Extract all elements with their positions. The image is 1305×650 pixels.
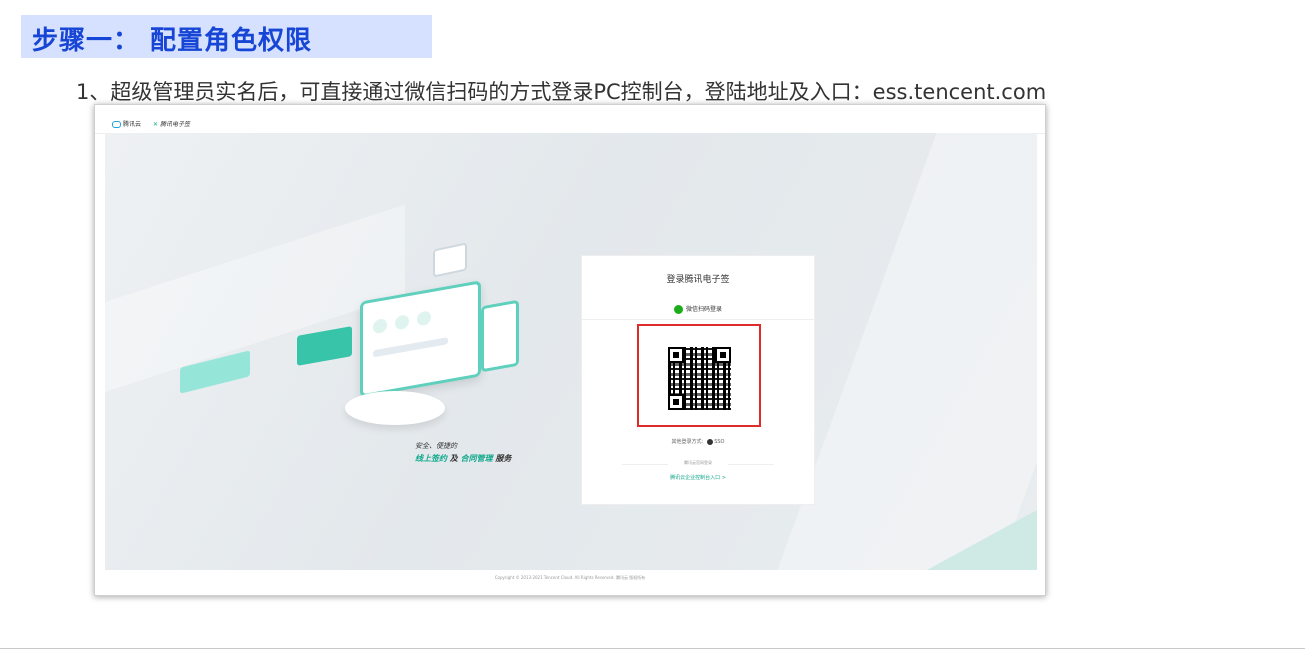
qr-highlight-box (637, 324, 761, 427)
login-page-screenshot: 腾讯云 ✕ 腾讯电子签 安全、便捷的 线上签约 及 合同管理 服务 登录腾讯电子签… (94, 104, 1046, 596)
slogan-part1: 线上签约 (415, 454, 447, 463)
official-login-label: 腾讯云官网登录 (668, 460, 728, 466)
page-divider (0, 648, 1305, 649)
qr-finder-pattern (668, 394, 684, 410)
login-background: 安全、便捷的 线上签约 及 合同管理 服务 登录腾讯电子签 微信扫码登录 其他登… (105, 133, 1037, 570)
chat-bubble-icon (433, 242, 467, 278)
login-card: 登录腾讯电子签 微信扫码登录 其他登录方式: SSO 腾讯云官网登录 腾讯云企业控… (581, 255, 815, 505)
sso-icon[interactable] (707, 438, 714, 445)
bell-icon (417, 310, 431, 327)
monitor-stand-shape (345, 391, 445, 425)
qr-finder-pattern (715, 347, 731, 363)
section-title-bar: 步骤一： 配置角色权限 (21, 15, 432, 58)
monitor-shape (360, 280, 481, 398)
slogan-part3: 合同管理 (460, 454, 493, 463)
slogan-part2: 及 (449, 454, 458, 463)
contract-card-shape (297, 326, 352, 366)
background-stripe (777, 133, 1037, 570)
progress-bar-shape (373, 337, 448, 358)
other-login-label: 其他登录方式: (671, 439, 704, 445)
console-entry-link[interactable]: 腾讯云企业控制台入口 > (582, 474, 814, 481)
ess-logo-text: 腾讯电子签 (160, 121, 191, 128)
other-login-methods: 其他登录方式: SSO (582, 438, 814, 445)
section-title: 步骤一： 配置角色权限 (32, 26, 313, 56)
cloud-icon (112, 121, 121, 128)
slogan-part4: 服务 (495, 454, 512, 463)
sso-link[interactable]: SSO (714, 439, 724, 445)
tencent-cloud-logo-text: 腾讯云 (123, 121, 142, 128)
background-corner-shape (927, 510, 1037, 570)
avatar-icon (373, 317, 387, 335)
step-instruction: 1、超级管理员实名后，可直接通过微信扫码的方式登录PC控制台，登陆地址及入口：e… (76, 80, 1047, 104)
tencent-cloud-logo: 腾讯云 (112, 119, 141, 128)
wechat-login-label: 微信扫码登录 (685, 306, 722, 313)
slogan-line2: 线上签约 及 合同管理 服务 (415, 453, 511, 464)
phone-shape (481, 299, 519, 373)
doc-icon (395, 314, 409, 331)
qr-code[interactable] (668, 347, 731, 410)
ess-mark-icon: ✕ (153, 121, 159, 128)
qr-finder-pattern (668, 347, 684, 363)
ess-logo: ✕ 腾讯电子签 (153, 119, 190, 128)
screenshot-footer: Copyright © 2013-2021 Tencent Cloud. All… (494, 575, 646, 580)
wechat-login-tab[interactable]: 微信扫码登录 (582, 304, 814, 314)
login-title: 登录腾讯电子签 (666, 275, 730, 285)
wechat-icon (673, 305, 683, 314)
screenshot-header: 腾讯云 ✕ 腾讯电子签 (95, 105, 1045, 134)
divider (582, 319, 814, 320)
slogan-line1: 安全、便捷的 (415, 442, 457, 450)
hero-illustration: 安全、便捷的 线上签约 及 合同管理 服务 (180, 241, 545, 471)
